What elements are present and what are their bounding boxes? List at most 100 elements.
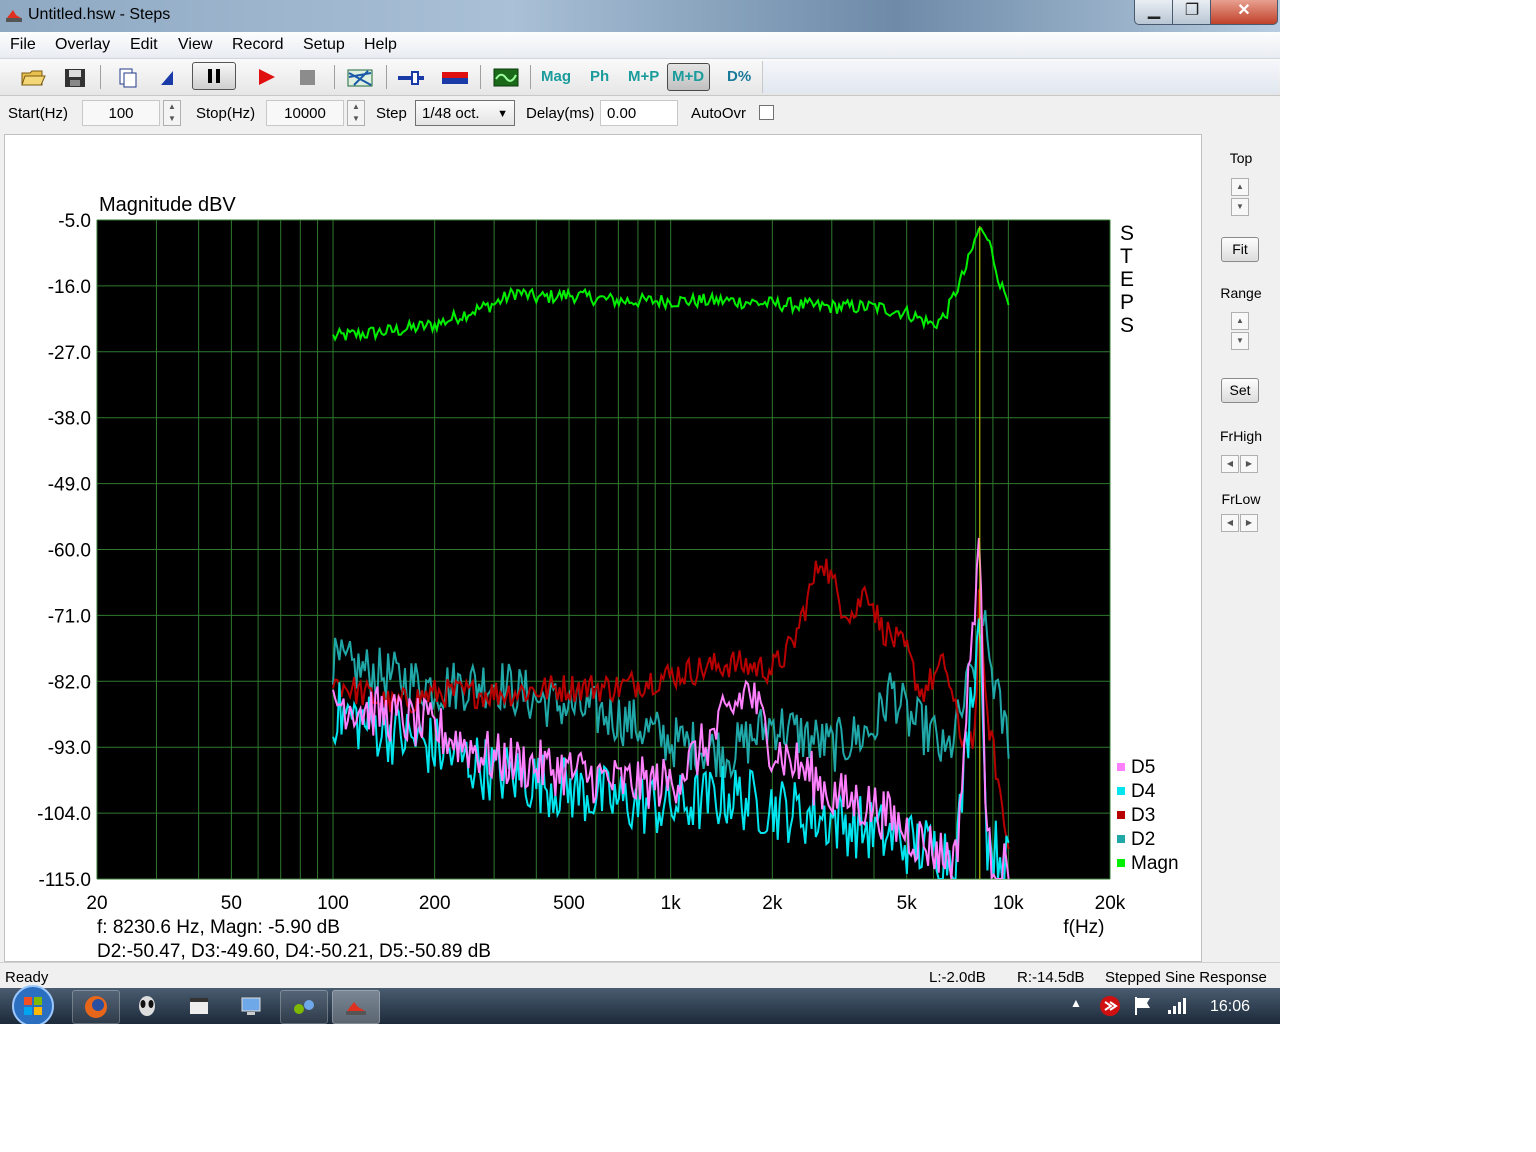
taskbar-app-4[interactable] — [228, 990, 274, 1022]
taskbar-app-5[interactable] — [280, 990, 328, 1024]
pause-icon — [208, 69, 220, 83]
legend-swatch — [1117, 763, 1125, 771]
status-right-level: R:-14.5dB — [1017, 969, 1085, 986]
frhigh-left-button[interactable]: ◀ — [1221, 455, 1239, 473]
tray-expand-icon[interactable]: ▲ — [1070, 996, 1082, 1010]
autoovr-label: AutoOvr — [691, 105, 747, 122]
x-tick-label: 2k — [762, 893, 783, 914]
clapboard-icon — [190, 998, 208, 1014]
legend-label: D5 — [1131, 757, 1155, 778]
cursor-icon[interactable] — [155, 63, 179, 91]
frhigh-right-button[interactable]: ▶ — [1240, 455, 1258, 473]
copy-icon[interactable] — [116, 63, 140, 91]
signal-strength-icon[interactable] — [1166, 996, 1188, 1016]
menu-setup[interactable]: Setup — [303, 36, 345, 54]
toolbar-separator — [480, 65, 481, 89]
menu-help[interactable]: Help — [364, 36, 397, 54]
y-tick-label: -49.0 — [48, 475, 91, 496]
action-center-flag-icon[interactable] — [1132, 994, 1154, 1018]
range-up-button[interactable]: ▲ — [1231, 312, 1249, 330]
x-tick-label: 5k — [897, 893, 918, 914]
start-input[interactable]: 100 — [82, 100, 160, 126]
chevron-up-icon: ▲ — [1236, 316, 1244, 325]
mag-dist-button[interactable]: M+D — [667, 63, 710, 91]
dropdown-arrow-icon: ▼ — [497, 108, 508, 120]
minimize-button[interactable]: ▁ — [1134, 0, 1174, 25]
dist-percent-button[interactable]: D% — [727, 68, 751, 85]
close-button[interactable]: ✕ — [1210, 0, 1278, 25]
minimize-icon: ▁ — [1147, 2, 1161, 19]
side-label-letter: S — [1120, 222, 1134, 245]
antivirus-icon[interactable] — [1098, 994, 1122, 1018]
chevron-left-icon: ◀ — [1226, 459, 1234, 468]
y-tick-label: -71.0 — [48, 606, 91, 627]
y-tick-label: -93.0 — [48, 738, 91, 759]
menu-record[interactable]: Record — [232, 36, 284, 54]
x-axis-label: f(Hz) — [1063, 917, 1104, 938]
delay-label: Delay(ms) — [526, 105, 595, 122]
step-select[interactable]: 1/48 oct. ▼ — [415, 100, 515, 126]
y-tick-label: -27.0 — [48, 343, 91, 364]
top-down-button[interactable]: ▼ — [1231, 198, 1249, 216]
taskbar-app-3[interactable] — [176, 990, 222, 1022]
frhigh-label: FrHigh — [1219, 428, 1262, 444]
delay-input[interactable]: 0.00 — [600, 100, 678, 126]
spin-up-icon: ▲ — [168, 102, 176, 111]
start-orb-icon[interactable] — [10, 984, 56, 1024]
save-icon[interactable] — [63, 63, 87, 91]
spin-down-icon: ▼ — [352, 114, 360, 123]
taskbar-firefox[interactable] — [72, 990, 120, 1024]
parameters-bar: Start(Hz) 100 ▲ ▼ Stop(Hz) 10000 ▲ ▼ Step … — [0, 96, 1280, 132]
chevron-down-icon: ▼ — [1236, 202, 1244, 211]
menu-file[interactable]: File — [10, 36, 36, 54]
levels-icon[interactable] — [440, 63, 470, 91]
set-button[interactable]: Set — [1221, 378, 1259, 403]
taskbar-app-2[interactable] — [124, 990, 170, 1022]
mag-button[interactable]: Mag — [541, 68, 571, 85]
y-tick-label: -82.0 — [48, 672, 91, 693]
legend-swatch — [1117, 811, 1125, 819]
taskbar-steps-app[interactable] — [332, 990, 380, 1024]
menu-overlay[interactable]: Overlay — [55, 36, 110, 54]
open-folder-icon[interactable] — [20, 63, 46, 91]
sweep-graph-icon[interactable] — [346, 63, 374, 91]
menu-view[interactable]: View — [178, 36, 212, 54]
scope-icon[interactable] — [492, 63, 520, 91]
y-tick-label: -38.0 — [48, 409, 91, 430]
x-tick-label: 50 — [221, 893, 242, 914]
stop-spinner[interactable]: ▲ ▼ — [347, 100, 365, 126]
network-icon — [294, 1000, 314, 1014]
right-panel: Top ▲ ▼ Fit Range ▲ ▼ Set FrHigh ◀ ▶ FrL… — [1202, 134, 1280, 960]
top-up-button[interactable]: ▲ — [1231, 178, 1249, 196]
toolbar: Mag Ph M+P M+D D% — [0, 59, 1280, 96]
range-down-button[interactable]: ▼ — [1231, 332, 1249, 350]
start-label: Start(Hz) — [8, 105, 68, 122]
frlow-left-button[interactable]: ◀ — [1221, 514, 1239, 532]
y-tick-label: -104.0 — [37, 804, 91, 825]
play-icon[interactable] — [254, 63, 278, 91]
y-tick-label: -5.0 — [58, 211, 91, 232]
chevron-right-icon: ▶ — [1245, 459, 1253, 468]
fit-button[interactable]: Fit — [1221, 237, 1259, 262]
magnitude-chart: -5.0 -16.0 -27.0 -38.0 -49.0 -60.0 -71.0 -82.0 -… — [37, 194, 1178, 962]
maximize-button[interactable]: ❐ — [1172, 0, 1212, 25]
frlow-right-button[interactable]: ▶ — [1240, 514, 1258, 532]
plot-pane: -5.0 -16.0 -27.0 -38.0 -49.0 -60.0 -71.0 -82.0 -… — [4, 134, 1202, 962]
start-spinner[interactable]: ▲ ▼ — [163, 100, 181, 126]
phase-button[interactable]: Ph — [590, 68, 609, 85]
alien-icon — [139, 996, 155, 1016]
top-label: Top — [1229, 150, 1253, 166]
taskbar-clock[interactable]: 16:06 — [1210, 998, 1250, 1016]
autoovr-checkbox[interactable] — [759, 105, 774, 120]
stop-icon[interactable] — [296, 63, 320, 91]
toolbar-separator — [334, 65, 335, 89]
pause-button[interactable] — [192, 62, 236, 90]
stop-input[interactable]: 10000 — [266, 100, 344, 126]
attenuator-icon[interactable] — [396, 63, 426, 91]
chevron-up-icon: ▲ — [1236, 182, 1244, 191]
menu-edit[interactable]: Edit — [130, 36, 158, 54]
frlow-label: FrLow — [1221, 491, 1261, 507]
steps-app-icon — [346, 1002, 366, 1015]
mag-phase-button[interactable]: M+P — [628, 68, 659, 85]
title-bar: Untitled.hsw - Steps ▁ ❐ ✕ — [0, 0, 1280, 32]
